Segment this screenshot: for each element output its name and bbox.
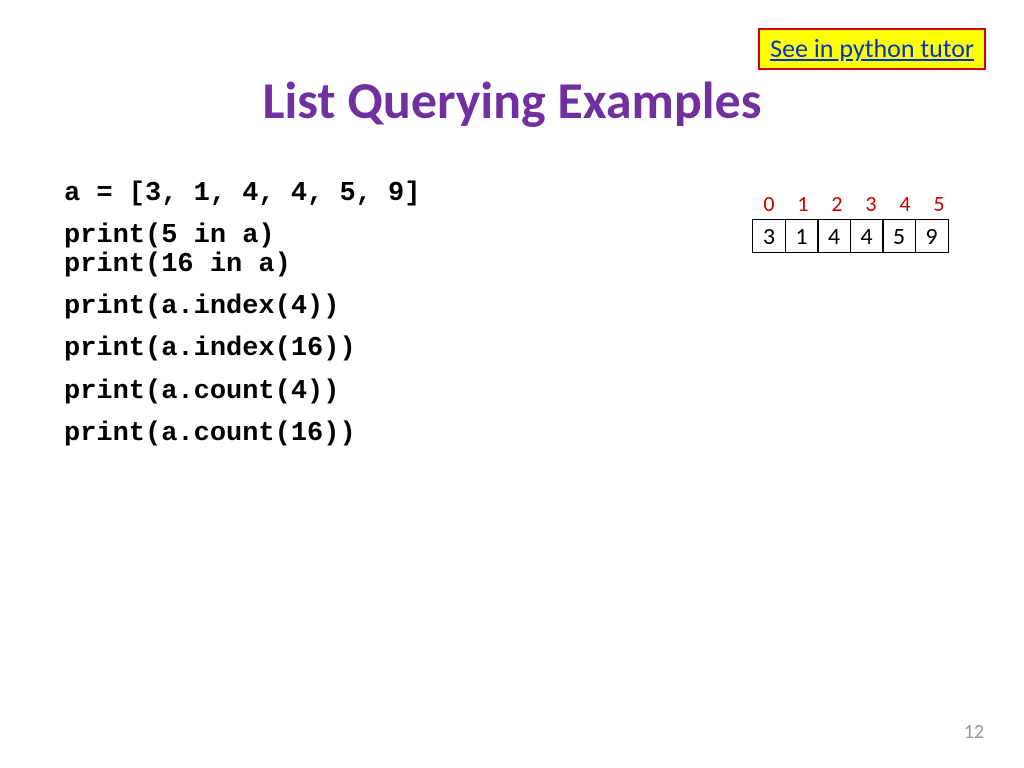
code-line: print(a.count(4)): [64, 378, 420, 406]
array-cell: 1: [785, 219, 819, 253]
index-label: 5: [922, 190, 956, 217]
code-line: print(a.count(16)): [64, 420, 420, 448]
code-line: print(a.index(16)): [64, 335, 420, 363]
value-row: 3 1 4 4 5 9: [752, 219, 956, 253]
index-row: 0 1 2 3 4 5: [752, 190, 956, 217]
python-tutor-link[interactable]: See in python tutor: [758, 28, 986, 70]
code-line: a = [3, 1, 4, 4, 5, 9]: [64, 180, 420, 208]
code-line: print(a.index(4)): [64, 293, 420, 321]
array-diagram: 0 1 2 3 4 5 3 1 4 4 5 9: [752, 190, 956, 253]
array-cell: 4: [817, 219, 851, 253]
index-label: 2: [820, 190, 854, 217]
slide-title: List Querying Examples: [0, 68, 1024, 132]
array-cell: 4: [850, 219, 884, 253]
code-line: print(5 in a): [64, 222, 420, 250]
code-block: a = [3, 1, 4, 4, 5, 9] print(5 in a) pri…: [64, 180, 420, 462]
index-label: 4: [888, 190, 922, 217]
array-cell: 3: [752, 219, 786, 253]
page-number: 12: [964, 720, 984, 744]
code-line: print(16 in a): [64, 251, 420, 279]
index-label: 1: [786, 190, 820, 217]
index-label: 0: [752, 190, 786, 217]
array-cell: 9: [915, 219, 949, 253]
index-label: 3: [854, 190, 888, 217]
array-cell: 5: [882, 219, 916, 253]
